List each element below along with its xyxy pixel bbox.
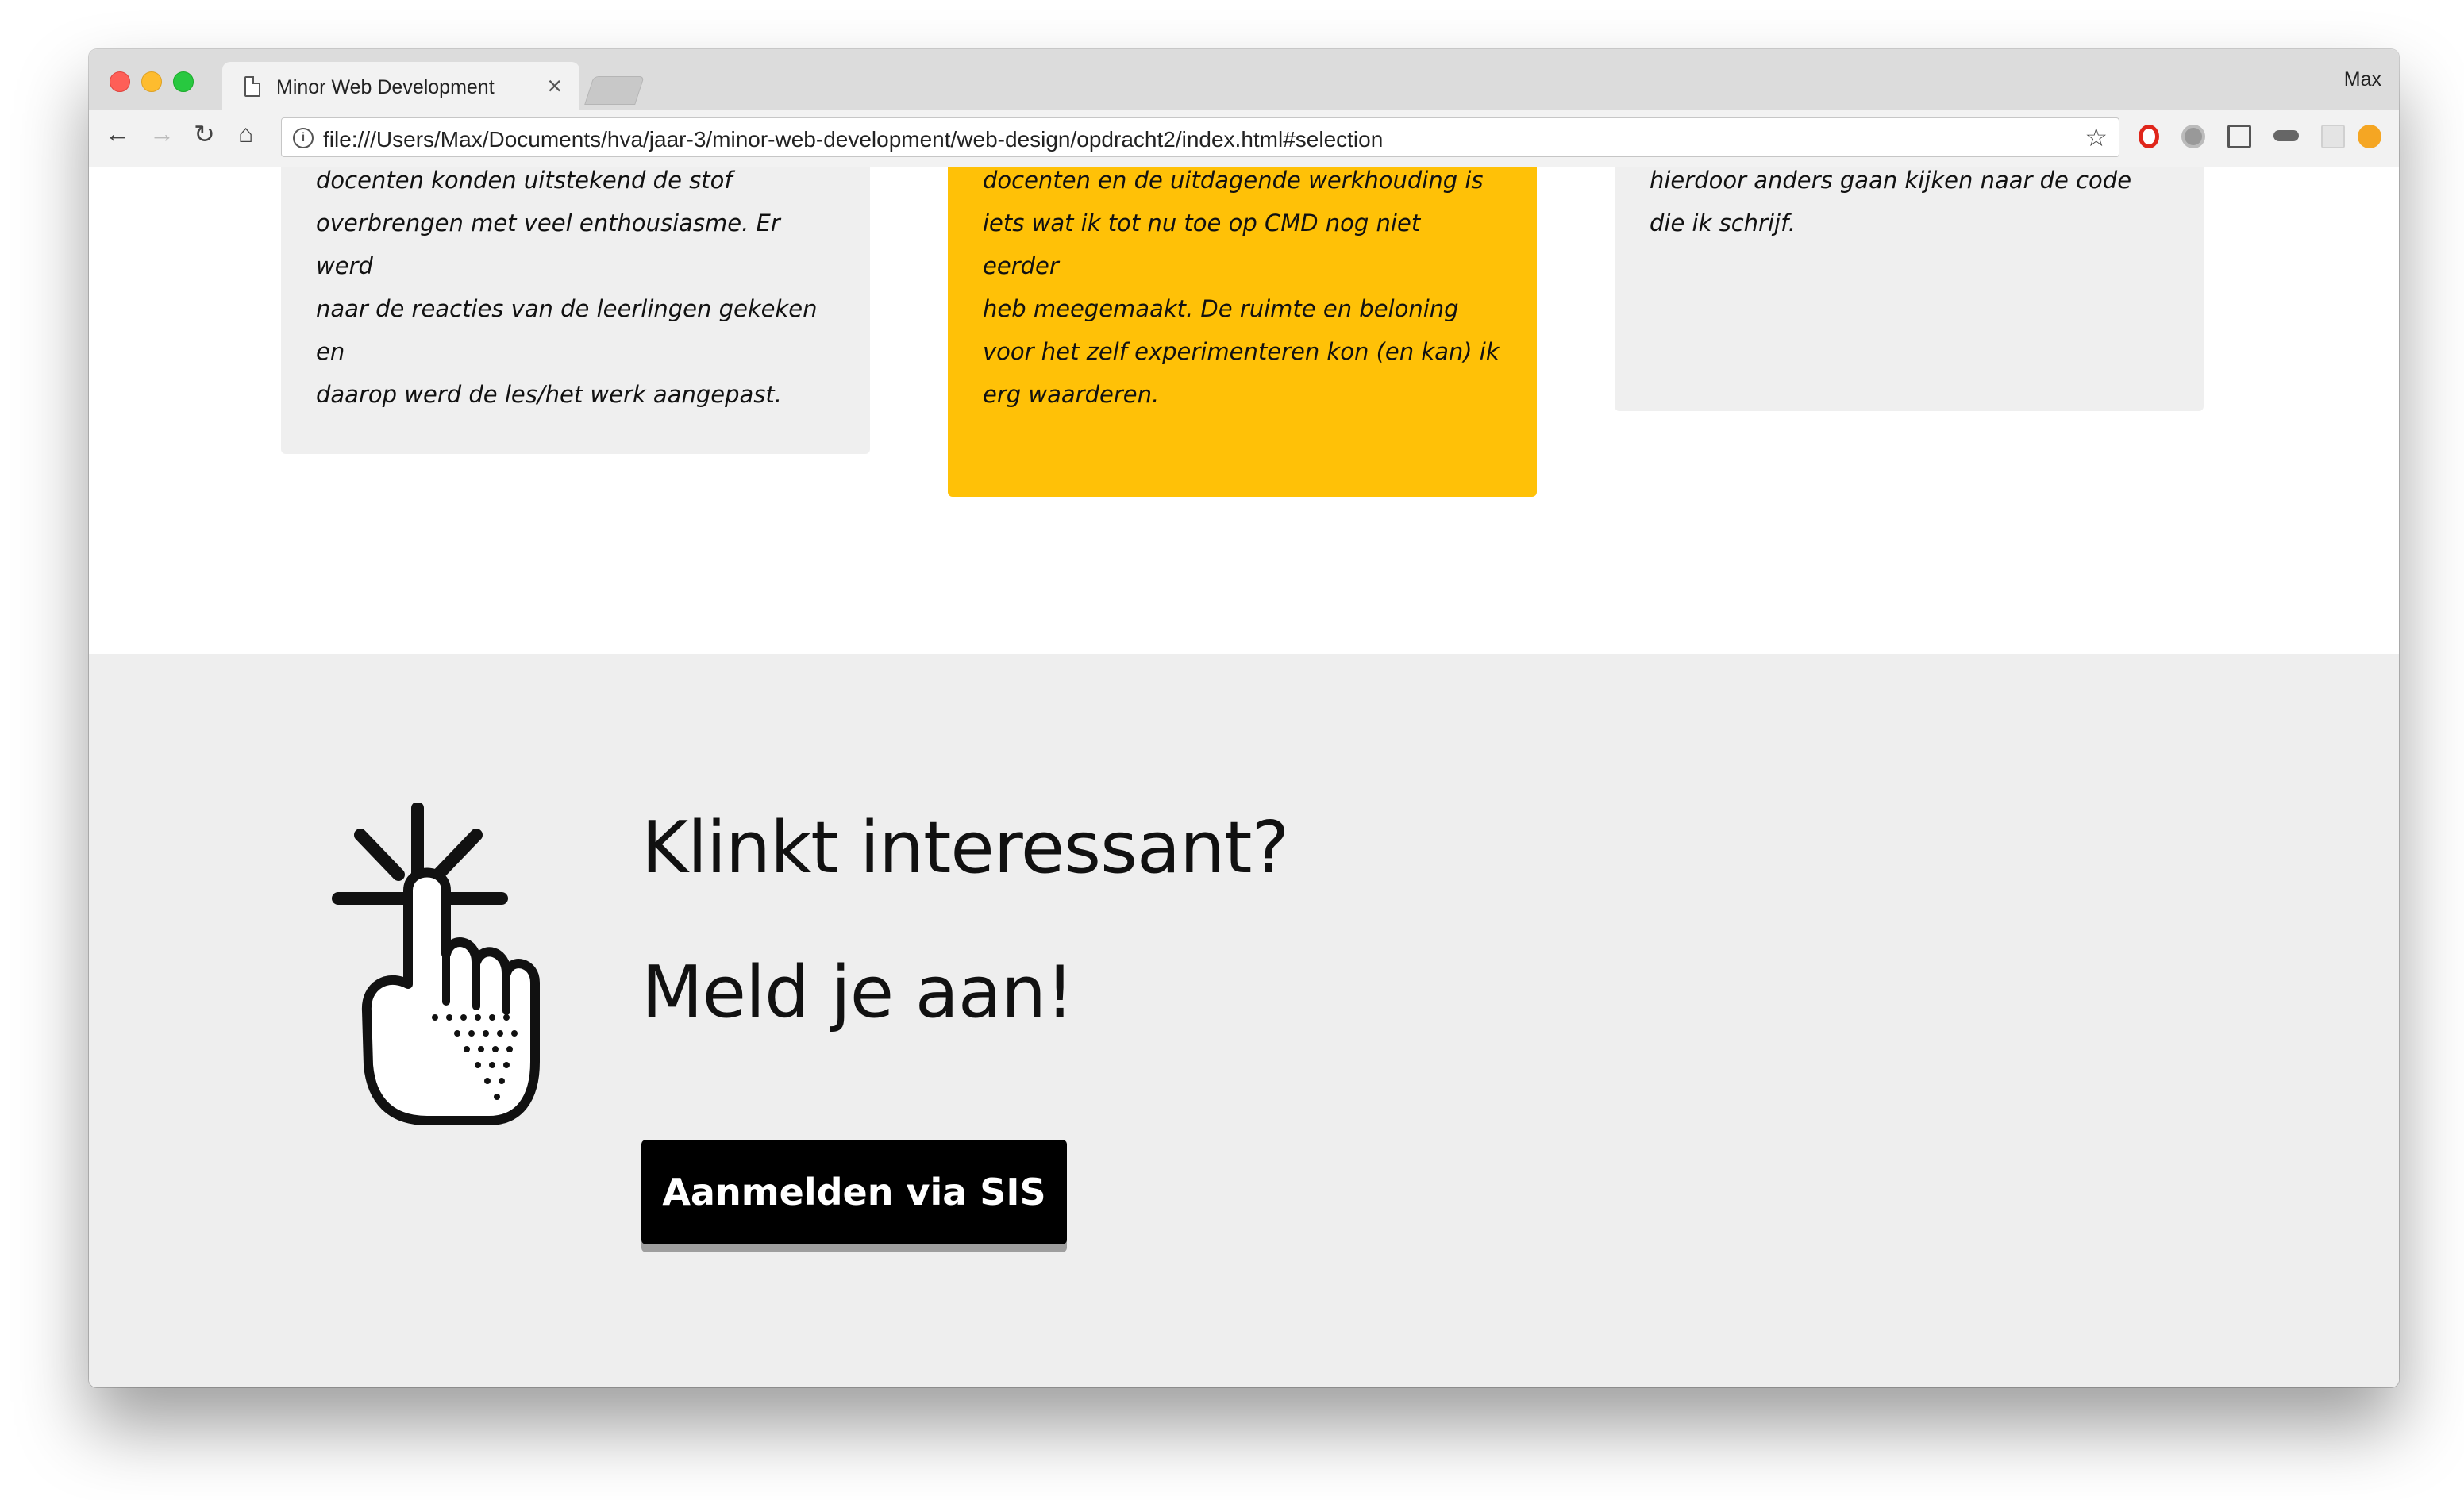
upload-extension-icon[interactable]: [2358, 125, 2381, 148]
opera-icon[interactable]: [2139, 125, 2159, 148]
testimonial-card: docenten konden uitstekend de stof overb…: [281, 167, 870, 454]
signup-section: Klinkt interessant? Meld je aan! Aanmeld…: [89, 654, 2399, 1387]
glasses-extension-icon[interactable]: [2273, 130, 2299, 141]
browser-tab[interactable]: Minor Web Development ×: [222, 62, 579, 110]
close-window-button[interactable]: [110, 71, 130, 92]
cta-heading: Klinkt interessant?: [641, 806, 1289, 890]
settings-extension-icon[interactable]: [2181, 125, 2205, 148]
page-content: docenten konden uitstekend de stof overb…: [89, 167, 2399, 1387]
card-text-line: voor het zelf experimenteren kon (en kan…: [983, 338, 1500, 365]
address-bar[interactable]: i file:///Users/Max/Documents/hva/jaar-3…: [281, 117, 2119, 157]
cast-icon[interactable]: [2227, 125, 2251, 148]
card-text-line: erg waarderen.: [983, 381, 1160, 408]
card-text-line: die ik schrijf.: [1650, 210, 1796, 237]
tab-bar: Minor Web Development × Max: [89, 49, 2399, 110]
grid-extension-icon[interactable]: [2321, 125, 2345, 148]
new-tab-button[interactable]: [584, 76, 645, 105]
tab-title: Minor Web Development: [276, 76, 495, 98]
pointing-hand-icon: [332, 803, 540, 1125]
card-text-line: hierdoor anders gaan kijken naar de code: [1650, 167, 2132, 194]
zoom-window-button[interactable]: [173, 71, 194, 92]
back-button[interactable]: ←: [105, 119, 130, 148]
card-text-line: heb meegemaakt. De ruimte en beloning: [983, 295, 1459, 322]
card-text-line: daarop werd de les/het werk aangepast.: [316, 381, 782, 408]
bookmark-star-button[interactable]: ☆: [2085, 122, 2108, 152]
home-button[interactable]: ⌂: [238, 119, 253, 148]
profile-name[interactable]: Max: [2344, 68, 2381, 91]
url-text[interactable]: file:///Users/Max/Documents/hva/jaar-3/m…: [323, 127, 1383, 152]
card-text-line: naar de reacties van de leerlingen gekek…: [316, 295, 818, 365]
reload-button[interactable]: ↻: [194, 119, 215, 149]
forward-button[interactable]: →: [149, 119, 175, 148]
tab-close-button[interactable]: ×: [547, 71, 562, 101]
browser-window: Minor Web Development × Max ← → ↻ ⌂ i fi…: [89, 49, 2399, 1387]
card-text-line: overbrengen met veel enthousiasme. Er we…: [316, 210, 780, 279]
document-icon: [244, 76, 260, 97]
toolbar: ← → ↻ ⌂ i file:///Users/Max/Documents/hv…: [89, 110, 2399, 167]
card-text-line: iets wat ik tot nu toe op CMD nog niet e…: [983, 210, 1421, 279]
card-text-line: docenten en de uitdagende werkhouding is: [983, 167, 1484, 194]
info-icon[interactable]: i: [293, 128, 314, 148]
card-text-line: docenten konden uitstekend de stof: [316, 167, 733, 194]
testimonial-card-highlighted: docenten en de uitdagende werkhouding is…: [948, 167, 1537, 497]
minimize-window-button[interactable]: [141, 71, 162, 92]
testimonial-card: hierdoor anders gaan kijken naar de code…: [1615, 167, 2204, 411]
signup-sis-button[interactable]: Aanmelden via SIS: [641, 1140, 1067, 1244]
cta-subheading: Meld je aan!: [641, 951, 1074, 1034]
